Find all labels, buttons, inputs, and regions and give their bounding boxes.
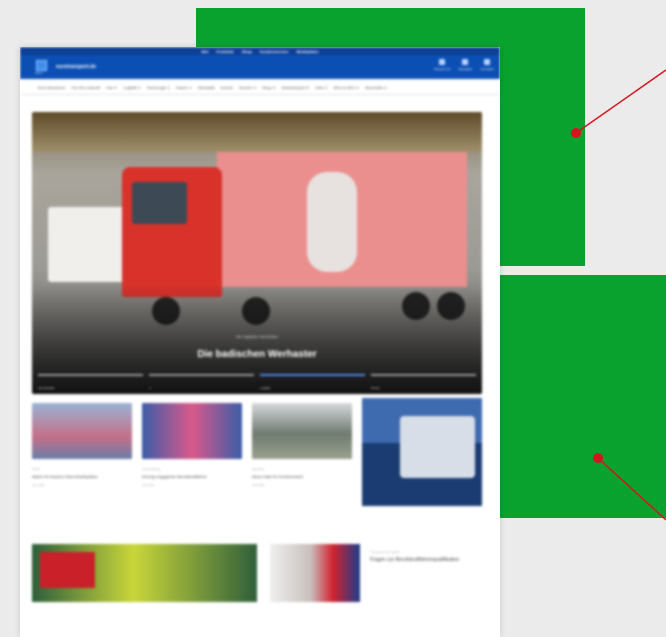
nav-item[interactable]: Autotransport 5 bbox=[282, 85, 309, 90]
header-action-login[interactable]: Anmelden bbox=[480, 59, 494, 71]
hero-kicker: Die Digitalen Neuheiten bbox=[235, 334, 279, 339]
header-action-label: Newsletter bbox=[458, 67, 473, 71]
nav-item[interactable]: Shop ∨ bbox=[262, 85, 275, 90]
hero-teaser[interactable]: Die Digitalen Neuheiten Die badischen We… bbox=[32, 112, 482, 394]
slider-indicator[interactable]: Preise bbox=[371, 374, 476, 390]
teaser-title[interactable]: Fragen zur Berufskraftfahrerqualifikatio… bbox=[370, 557, 480, 564]
slider-indicator-label: 1. bbox=[149, 386, 152, 390]
article-card-row: Politik Aktion für bessere Rast Arbeitsp… bbox=[32, 398, 482, 513]
header-action-label: Anmelden bbox=[480, 67, 494, 71]
nav-item[interactable]: Fahrer ∨ bbox=[176, 85, 192, 90]
teaser-image[interactable] bbox=[270, 544, 360, 602]
nav-item[interactable]: Fahrzeuge ∨ bbox=[147, 85, 170, 90]
top-link[interactable]: Shop bbox=[242, 49, 252, 54]
hero-image-windshield bbox=[132, 182, 187, 224]
annotation-panel-bottom bbox=[499, 275, 666, 518]
article-card-title: Ehrung engagierter Berufskraftfahrer bbox=[142, 474, 208, 479]
header-action-newsletter[interactable]: Newsletter bbox=[458, 59, 472, 71]
nav-item[interactable]: Für Ihre Zukunft bbox=[72, 85, 100, 90]
header-action-topics[interactable]: Themen A-Z bbox=[433, 59, 451, 71]
nav-item[interactable]: Euro Abonieren bbox=[38, 85, 66, 90]
hero-image-white-truck bbox=[48, 207, 128, 282]
main-nav: Euro Abonieren Für Ihre Zukunft Lkw ∨ Lo… bbox=[20, 81, 500, 95]
article-card-meta: vor 5 Std bbox=[252, 483, 265, 487]
header-actions: Themen A-Z Newsletter Anmelden bbox=[434, 59, 494, 71]
nav-item[interactable]: Werkstatt bbox=[198, 85, 215, 90]
article-card-meta: vor 1 Std bbox=[32, 483, 45, 487]
site-logo[interactable]: eurotransport.de bbox=[56, 64, 96, 70]
header-action-label: Themen A-Z bbox=[433, 67, 451, 71]
menu-icon[interactable] bbox=[36, 60, 47, 71]
top-link[interactable]: Kundenservice bbox=[260, 49, 289, 54]
nav-item[interactable]: Lkw ∨ bbox=[106, 85, 117, 90]
nav-item[interactable]: Abo/Hefte ∨ bbox=[365, 85, 387, 90]
slider-indicators: Lkw Modelle 1. Logistik Preise bbox=[38, 374, 476, 390]
mail-icon bbox=[462, 59, 469, 65]
article-card-image bbox=[32, 403, 132, 459]
article-card-kicker: Veranstaltung bbox=[142, 467, 161, 471]
article-card-title: Aktion für bessere Rast Arbeitsplätze bbox=[32, 474, 98, 479]
top-link[interactable]: Mediadaten bbox=[296, 49, 318, 54]
teaser-kicker: Transport und Logistik bbox=[370, 550, 400, 554]
slider-indicator-active[interactable]: Logistik bbox=[260, 374, 365, 390]
wide-teaser-badge bbox=[40, 552, 95, 588]
top-link-strip: Mol Produkte Shop Kundenservice Mediadat… bbox=[20, 47, 500, 55]
slider-indicator[interactable]: 1. bbox=[149, 374, 254, 390]
ad-image-screen bbox=[400, 416, 475, 478]
ad-image[interactable] bbox=[362, 398, 482, 506]
slider-indicator-label: Preise bbox=[371, 386, 380, 390]
article-card-meta: vor 3 Std bbox=[142, 483, 155, 487]
slider-indicator[interactable]: Lkw Modelle bbox=[38, 374, 143, 390]
article-card[interactable]: Politik Aktion für bessere Rast Arbeitsp… bbox=[32, 403, 132, 513]
hero-title[interactable]: Die badischen Werhaster bbox=[32, 349, 482, 360]
nav-item[interactable]: Service ∨ bbox=[239, 85, 256, 90]
hero-image-trailer-graphic bbox=[307, 172, 357, 272]
nav-item[interactable]: Who is Who ∨ bbox=[334, 85, 360, 90]
site-header: Menü eurotransport.de Themen A-Z Newslet… bbox=[20, 55, 500, 79]
menu-label: Menü bbox=[35, 71, 43, 75]
article-card-image bbox=[142, 403, 242, 459]
article-card-kicker: Politik bbox=[32, 467, 41, 471]
slider-indicator-label: Logistik bbox=[260, 386, 271, 390]
website-thumbnail: Mol Produkte Shop Kundenservice Mediadat… bbox=[20, 47, 500, 637]
second-teaser-row: Transport und Logistik Fragen zur Berufs… bbox=[32, 532, 482, 622]
list-icon bbox=[439, 59, 446, 65]
article-card[interactable]: Spedition Neue Halle für Kombiverkehr vo… bbox=[252, 403, 352, 513]
article-card[interactable]: Veranstaltung Ehrung engagierter Berufsk… bbox=[142, 403, 242, 513]
top-link[interactable]: Mol bbox=[202, 49, 209, 54]
top-link[interactable]: Produkte bbox=[216, 49, 233, 54]
wide-teaser-image[interactable] bbox=[32, 544, 257, 602]
slider-indicator-label: Lkw Modelle bbox=[38, 386, 55, 390]
nav-item[interactable]: Jobs ∨ bbox=[315, 85, 328, 90]
article-card-title: Neue Halle für Kombiverkehr bbox=[252, 474, 304, 479]
annotation-line-top bbox=[575, 69, 666, 134]
hero-image-roof bbox=[32, 112, 482, 152]
user-icon bbox=[484, 59, 491, 65]
nav-item[interactable]: Events bbox=[221, 85, 233, 90]
article-card-kicker: Spedition bbox=[252, 467, 265, 471]
article-card-image bbox=[252, 403, 352, 459]
nav-item[interactable]: Logistik ∨ bbox=[123, 85, 141, 90]
